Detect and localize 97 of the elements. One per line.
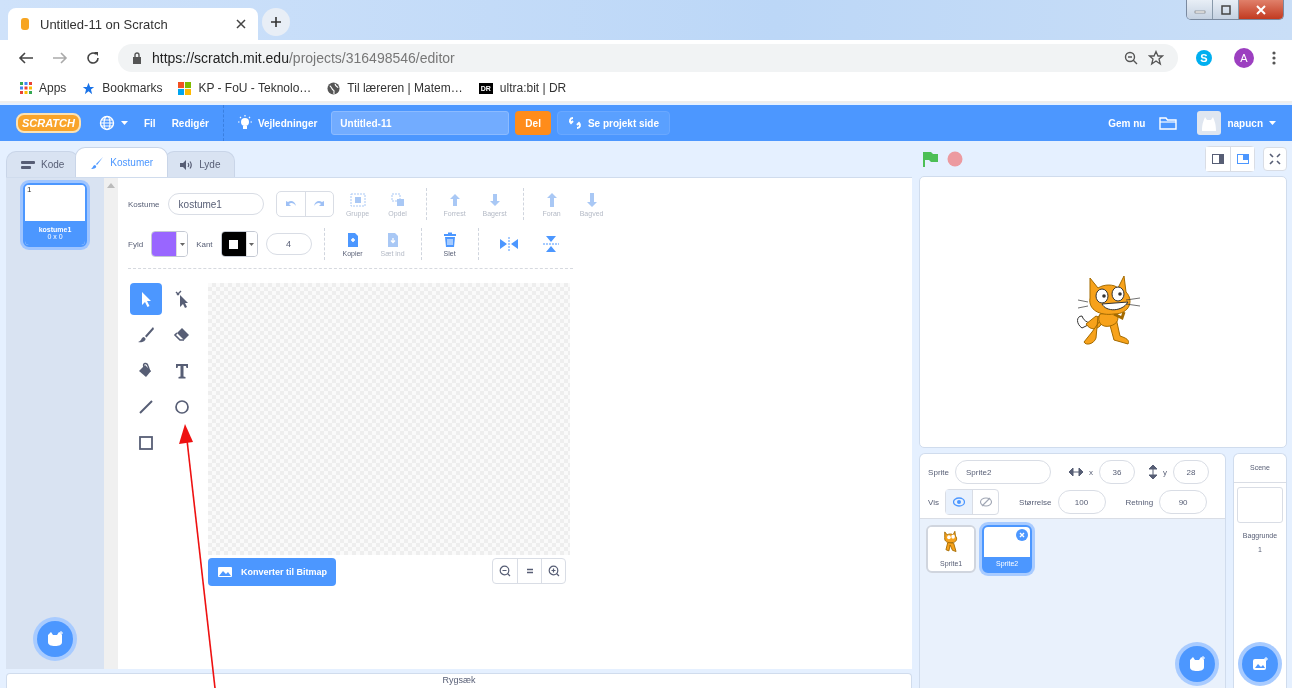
vertical-arrows-icon (1149, 465, 1157, 479)
tutorials-button[interactable]: Vejledninger (229, 115, 326, 131)
bookmark-star-icon[interactable] (1148, 49, 1164, 66)
cat-face-icon (46, 631, 64, 647)
folder-icon[interactable] (1159, 116, 1178, 130)
apps-grid-icon (20, 82, 32, 94)
add-costume-button[interactable] (37, 621, 73, 657)
eye-icon (953, 497, 966, 507)
browser-tab[interactable]: Untitled-11 on Scratch (8, 8, 258, 40)
restore-icon (1219, 3, 1232, 16)
y-label: y (1163, 467, 1167, 477)
reshape-pointer-icon (173, 290, 191, 308)
eraser-icon (173, 326, 191, 344)
bookmark-link[interactable]: Til læreren | Matem… (327, 81, 463, 95)
forward-icon[interactable] (52, 50, 68, 65)
delete-sprite-icon[interactable] (1016, 529, 1029, 541)
costume-number: 1 (27, 185, 32, 194)
trash-icon (441, 231, 458, 248)
caret-icon (120, 120, 128, 126)
editor-tab[interactable]: Kostumer (75, 147, 169, 177)
flip-horizontal-icon[interactable] (498, 237, 519, 251)
profile-avatar[interactable]: A (1234, 47, 1254, 68)
large-stage-icon (1236, 154, 1249, 164)
bookmark-link[interactable]: KP - FoU - Teknolo… (178, 81, 312, 95)
image-icon (217, 566, 233, 578)
cat-face-icon (1188, 656, 1206, 672)
url-text: https://scratch.mit.edu/projects/316498546/editor (152, 49, 455, 66)
fill-label: Fyld (128, 239, 144, 249)
menu-item[interactable]: Fil (135, 117, 164, 129)
horizontal-arrows-icon (1069, 468, 1083, 476)
address-bar[interactable]: https://scratch.mit.edu/projects/316498546/editor (118, 43, 1178, 72)
close-window-button[interactable] (1239, 0, 1283, 19)
x-label: x (1089, 467, 1093, 477)
caret-icon (1269, 120, 1276, 126)
ungroup-icon (388, 191, 407, 208)
plus-icon (270, 16, 282, 28)
line-icon (137, 398, 155, 416)
globe-icon (327, 81, 341, 95)
fullscreen-icon (1269, 153, 1281, 165)
lightbulb-icon (237, 115, 252, 131)
scratch-favicon-icon (20, 17, 30, 31)
zoom-out-icon[interactable] (1124, 50, 1138, 65)
back-icon[interactable] (18, 50, 34, 65)
square-icon (137, 434, 155, 452)
close-icon (1255, 4, 1267, 15)
circle-icon (173, 398, 191, 416)
large-stage-button[interactable] (1230, 147, 1254, 171)
lock-icon (132, 51, 142, 64)
eye-slash-icon (979, 497, 992, 507)
fullscreen-button[interactable] (1263, 147, 1287, 171)
direction-label: Retning (1125, 497, 1154, 507)
sprite-label: Sprite (928, 467, 949, 477)
show-sprite-button[interactable] (946, 490, 973, 514)
brush-icon (137, 326, 155, 344)
convert-to-bitmap-button[interactable]: Konverter til Bitmap (208, 558, 336, 586)
globe-icon (98, 115, 115, 131)
group-icon (348, 191, 367, 208)
reload-icon[interactable] (86, 50, 100, 65)
stop-icon[interactable] (947, 151, 964, 167)
redo-icon (313, 200, 326, 208)
add-sprite-button[interactable] (1179, 646, 1215, 682)
caret-icon (249, 242, 255, 246)
restore-button[interactable] (1213, 0, 1239, 19)
outline-color-picker[interactable] (220, 231, 258, 257)
bookmark-link[interactable]: Bookmarks (82, 81, 163, 95)
user-avatar-icon (1197, 111, 1222, 135)
more-menu-icon[interactable] (1272, 50, 1276, 65)
save-now-button[interactable]: Gem nu (1100, 117, 1154, 129)
account-menu[interactable]: napucn (1189, 111, 1284, 135)
bookmark-link[interactable]: Apps (20, 81, 67, 95)
menu-item[interactable]: Redigér (163, 117, 217, 129)
outline-label: Kant (196, 239, 213, 249)
close-tab-icon[interactable] (236, 19, 246, 29)
zoom-out-icon (499, 565, 511, 577)
equals-icon (524, 567, 535, 575)
backpack-bar[interactable]: Rygsæk (6, 673, 913, 688)
minimize-button[interactable] (1187, 0, 1213, 19)
small-stage-icon (1212, 154, 1224, 164)
link-icon (567, 117, 582, 129)
flag-icon[interactable] (921, 150, 940, 168)
caret-icon (179, 242, 185, 246)
text-tool-icon (173, 362, 191, 380)
flip-vertical-icon[interactable] (542, 235, 559, 253)
windows-logo-icon (178, 81, 192, 95)
zoom-in-icon (547, 565, 560, 577)
show-label: Vis (928, 497, 940, 507)
undo-icon (284, 200, 297, 208)
costume-label: Kostume (128, 199, 160, 209)
backdrop-thumbnail[interactable] (1237, 487, 1283, 523)
select-tool-button[interactable] (130, 283, 162, 315)
add-backdrop-button[interactable] (1242, 646, 1278, 682)
new-tab-button[interactable] (262, 8, 290, 36)
fill-color-picker[interactable] (151, 231, 189, 257)
size-label: Størrelse (1019, 497, 1052, 507)
star-icon (82, 81, 96, 95)
backpack-label: Rygsæk (442, 674, 476, 687)
image-icon (1252, 657, 1268, 671)
